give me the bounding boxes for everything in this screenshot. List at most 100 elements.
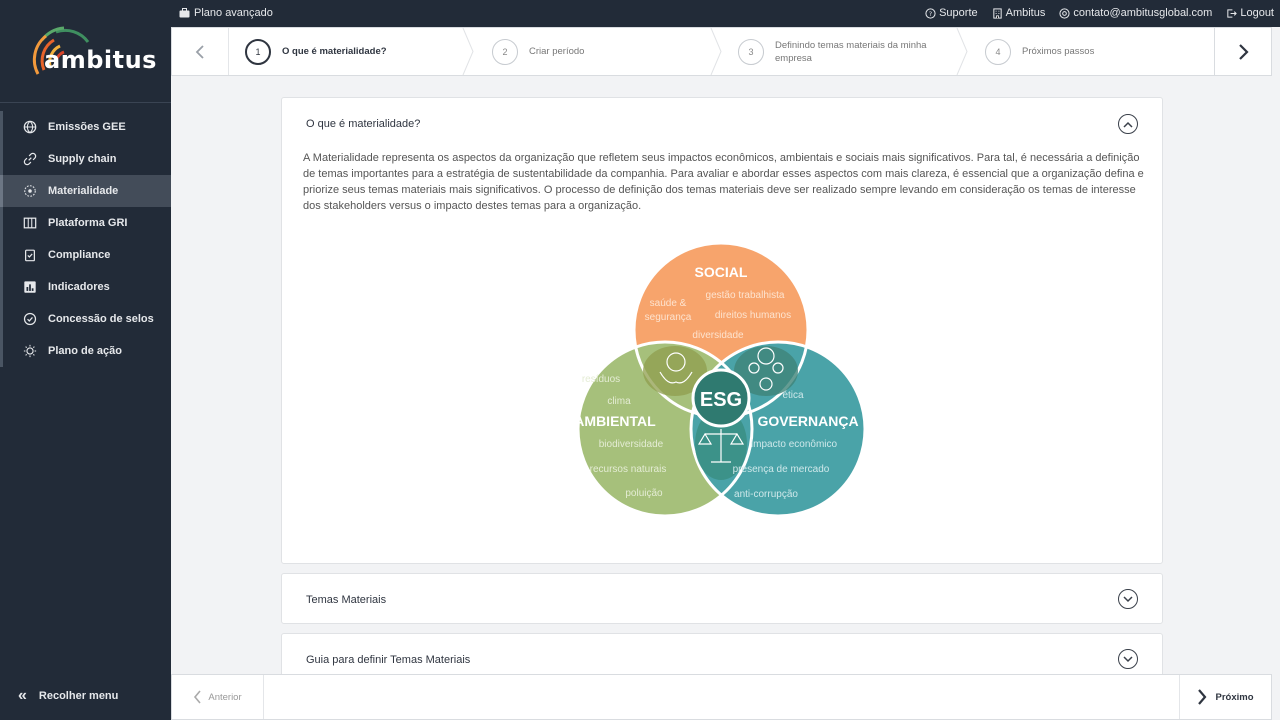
sidebar-item-label: Indicadores <box>48 281 110 293</box>
step-label: Definindo temas materiais da minha empre… <box>775 39 927 64</box>
sidebar-item-emissoes-gee[interactable]: Emissões GEE <box>0 111 171 143</box>
step-label: Próximos passos <box>1022 46 1095 57</box>
sidebar-item-label: Supply chain <box>48 153 117 165</box>
building-icon <box>992 7 1002 19</box>
esg-center-label: ESG <box>700 389 742 411</box>
chevron-left-icon <box>194 690 201 704</box>
logout-button[interactable]: Logout <box>1226 7 1274 19</box>
step-separator-icon <box>710 28 722 75</box>
bar-chart-icon <box>23 280 37 294</box>
clipboard-check-icon <box>23 248 37 262</box>
section-title: O que é materialidade? <box>306 118 421 130</box>
chevron-right-icon <box>1239 43 1249 60</box>
step-separator-icon <box>462 28 474 75</box>
sidebar-divider <box>0 102 171 103</box>
social-topic: diversidade <box>692 330 744 341</box>
step-2[interactable]: 2 Criar período <box>492 28 584 75</box>
double-chevron-left-icon: « <box>18 687 27 704</box>
chevron-right-icon <box>1198 689 1207 705</box>
social-topic: gestão trabalhista <box>706 290 785 301</box>
collapse-menu-label: Recolher menu <box>38 690 119 702</box>
section-title: Guia para definir Temas Materiais <box>306 654 471 666</box>
chevron-left-icon <box>195 44 204 59</box>
sidebar-item-plataforma-gri[interactable]: Plataforma GRI <box>0 207 171 239</box>
sidebar-item-label: Emissões GEE <box>48 121 126 133</box>
next-label: Próximo <box>1215 691 1254 703</box>
chevron-down-icon <box>1123 595 1133 602</box>
social-topic: saúde & <box>650 298 687 309</box>
sidebar-item-plano-de-acao[interactable]: Plano de ação <box>0 335 171 367</box>
governanca-topic: ética <box>782 390 804 401</box>
governanca-topic: anti-corrupção <box>734 489 798 500</box>
wizard-stepper: 1 O que é materialidade? 2 Criar período… <box>171 27 1272 76</box>
plan-label: Plano avançado <box>194 7 273 19</box>
link-icon <box>23 152 37 166</box>
step-3[interactable]: 3 Definindo temas materiais da minha emp… <box>738 28 948 75</box>
ambiental-topic: poluição <box>625 488 663 499</box>
plan-indicator: Plano avançado <box>179 7 273 19</box>
esg-venn-diagram: ESG SOCIAL saúde & segurança gestão trab… <box>578 244 867 516</box>
globe-icon <box>23 120 37 134</box>
step-separator-icon <box>956 28 968 75</box>
social-topic: segurança <box>645 312 692 323</box>
step-1[interactable]: 1 O que é materialidade? <box>245 28 387 75</box>
lightbulb-icon <box>23 344 37 358</box>
section-material-topics[interactable]: Temas Materiais <box>281 573 1163 624</box>
previous-button[interactable]: Anterior <box>172 675 264 719</box>
target-icon <box>23 184 37 198</box>
stepper-next-button[interactable] <box>1214 28 1271 75</box>
collapse-section-button[interactable] <box>1118 114 1138 134</box>
sidebar-item-compliance[interactable]: Compliance <box>0 239 171 271</box>
contact-email: contato@ambitusglobal.com <box>1073 7 1213 19</box>
sidebar-item-label: Compliance <box>48 249 111 261</box>
ambiental-topic: clima <box>607 396 631 407</box>
expand-section-button[interactable] <box>1118 589 1138 609</box>
svg-text:?: ? <box>929 9 932 17</box>
top-links: ? Suporte Ambitus contato@ambitusglobal.… <box>925 7 1274 19</box>
social-title: SOCIAL <box>695 264 748 280</box>
ambiental-topic: resíduos <box>582 374 620 385</box>
step-number: 3 <box>738 38 764 65</box>
check-circle-icon <box>23 312 37 326</box>
ambitus-link[interactable]: Ambitus <box>992 7 1046 19</box>
stepper-prev-button[interactable] <box>172 28 229 75</box>
sidebar: ambitus Emissões GEE Supply chain Materi… <box>0 0 171 720</box>
step-4[interactable]: 4 Próximos passos <box>985 28 1094 75</box>
ambiental-topic: biodiversidade <box>599 439 664 450</box>
governanca-title: GOVERNANÇA <box>757 413 858 429</box>
chevron-up-icon <box>1123 121 1133 128</box>
governanca-topic: presença de mercado <box>733 464 830 475</box>
sidebar-item-label: Plataforma GRI <box>48 217 128 229</box>
briefcase-icon <box>179 8 190 18</box>
sidebar-item-label: Materialidade <box>48 185 119 197</box>
support-link[interactable]: ? Suporte <box>925 7 978 19</box>
sidebar-item-supply-chain[interactable]: Supply chain <box>0 143 171 175</box>
at-sign-icon <box>1059 7 1070 19</box>
step-label: O que é materialidade? <box>282 46 387 57</box>
step-number: 1 <box>245 38 271 65</box>
step-number: 2 <box>492 38 518 65</box>
sidebar-item-materialidade[interactable]: Materialidade <box>0 175 171 207</box>
sidebar-nav: Emissões GEE Supply chain Materialidade … <box>0 111 171 367</box>
social-topic: direitos humanos <box>715 310 791 321</box>
bottom-navigation: Anterior Próximo <box>171 674 1272 720</box>
ambiental-topic: recursos naturais <box>590 464 667 475</box>
section-what-is-materiality: O que é materialidade? A Materialidade r… <box>281 97 1163 564</box>
sidebar-item-label: Plano de ação <box>48 345 122 357</box>
previous-label: Anterior <box>208 691 242 703</box>
collapse-menu-button[interactable]: « Recolher menu <box>18 688 118 704</box>
sidebar-item-concessao-de-selos[interactable]: Concessão de selos <box>0 303 171 335</box>
next-button[interactable]: Próximo <box>1179 675 1271 719</box>
brand-name: ambitus <box>44 46 157 74</box>
chevron-down-icon <box>1123 655 1133 662</box>
step-number: 4 <box>985 38 1011 65</box>
sidebar-item-indicadores[interactable]: Indicadores <box>0 271 171 303</box>
logout-icon <box>1227 8 1238 18</box>
ambitus-label: Ambitus <box>1005 7 1046 19</box>
contact-email-link[interactable]: contato@ambitusglobal.com <box>1059 7 1212 19</box>
expand-section-button[interactable] <box>1118 649 1138 669</box>
logout-label: Logout <box>1240 7 1274 19</box>
stepper-steps: 1 O que é materialidade? 2 Criar período… <box>229 28 1215 75</box>
step-label: Criar período <box>529 46 585 57</box>
question-circle-icon: ? <box>925 7 936 19</box>
